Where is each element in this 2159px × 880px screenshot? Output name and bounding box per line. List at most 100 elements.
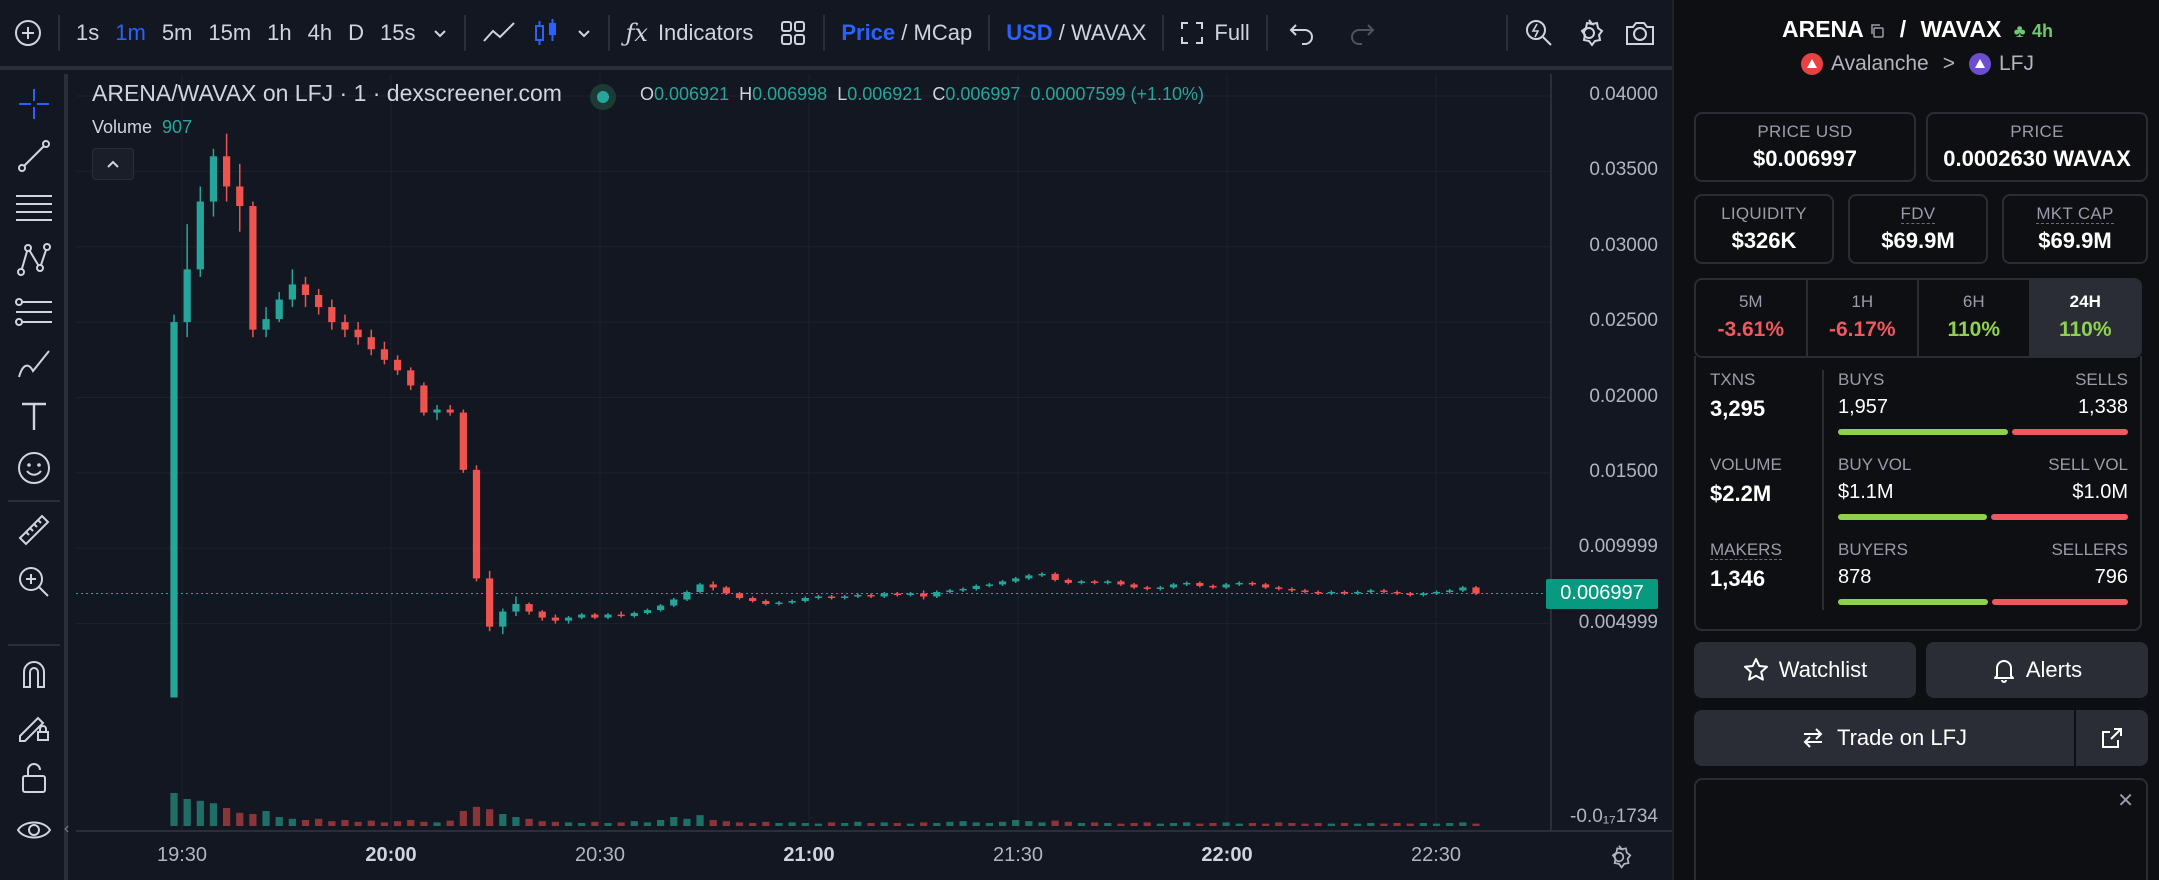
fullscreen-button[interactable]: Full xyxy=(1172,11,1257,55)
volume-bar xyxy=(499,814,507,826)
volume-bar xyxy=(1472,823,1480,826)
mcap-value: $69.9M xyxy=(2038,228,2112,253)
swap-icon xyxy=(1803,728,1823,748)
chart-plot[interactable] xyxy=(76,74,1550,830)
price-option[interactable]: Price xyxy=(841,20,895,46)
collapse-sidebar-handle[interactable]: ‹ xyxy=(64,820,76,850)
lock-drawings-icon[interactable] xyxy=(14,706,54,746)
timeframe-tab-5m[interactable]: 5M -3.61% xyxy=(1696,280,1808,356)
redo-icon[interactable] xyxy=(1340,11,1384,55)
chevron-down-icon[interactable] xyxy=(568,11,600,55)
timeframe-label: 6H xyxy=(1962,292,1985,311)
chain-name[interactable]: Avalanche xyxy=(1831,52,1929,76)
horizontal-lines-icon[interactable] xyxy=(14,188,54,228)
volume-bar xyxy=(1235,823,1243,826)
chevron-right-icon: > xyxy=(1942,52,1955,75)
chart-legend-title: ARENA/WAVAX on LFJ · 1 · dexscreener.com xyxy=(92,80,562,106)
quick-search-icon[interactable] xyxy=(1516,11,1562,55)
price-axis[interactable]: 0.04000 0.03500 0.03000 0.02500 0.02000 0.015… xyxy=(1550,74,1672,830)
chart-container[interactable]: 1s 1m 5m 15m 1h 4h D 15s ƒx Indicators Price / … xyxy=(0,0,1672,880)
fdv-label[interactable]: FDV xyxy=(1900,204,1936,224)
indicators-button[interactable]: ƒx Indicators xyxy=(618,11,762,55)
gear-icon[interactable] xyxy=(1566,11,1612,55)
interval-1s[interactable]: 1s xyxy=(68,11,107,55)
timeframe-tab-24h[interactable]: 24H 110% xyxy=(2030,280,2140,356)
toggle-separator: / xyxy=(1052,20,1071,45)
trade-button[interactable]: Trade on LFJ xyxy=(1694,710,2076,766)
price-usd-label: PRICE USD xyxy=(1757,122,1853,141)
volume-bar xyxy=(1340,823,1349,826)
close-icon[interactable]: ✕ xyxy=(2117,788,2134,813)
makers-label[interactable]: MAKERS xyxy=(1710,540,1782,560)
crosshair-icon[interactable] xyxy=(14,84,54,124)
price-mcap-toggle[interactable]: Price / MCap xyxy=(833,11,980,55)
gear-icon[interactable] xyxy=(1606,844,1632,875)
candle-body xyxy=(1156,587,1164,589)
interval-1h[interactable]: 1h xyxy=(259,11,299,55)
candle-body xyxy=(354,329,362,338)
volume-bar xyxy=(328,821,336,826)
interval-15m[interactable]: 15m xyxy=(200,11,259,55)
external-link-icon[interactable] xyxy=(2076,710,2148,766)
interval-D[interactable]: D xyxy=(340,11,372,55)
candle-body xyxy=(1261,584,1270,588)
collapse-legend-button[interactable] xyxy=(92,148,134,180)
timeframe-tab-6h[interactable]: 6H 110% xyxy=(1919,280,2031,356)
ruler-icon[interactable] xyxy=(14,510,54,550)
magnet-icon[interactable] xyxy=(14,654,54,694)
trend-line-icon[interactable] xyxy=(14,136,54,176)
volume-bar xyxy=(696,815,704,826)
volume-bar xyxy=(486,809,494,826)
interval-1m[interactable]: 1m xyxy=(107,11,154,55)
candle-body xyxy=(643,610,652,614)
pattern-icon[interactable] xyxy=(14,240,54,280)
buy-vol-value: $1.1M xyxy=(1838,481,1894,503)
volume-bar xyxy=(275,817,283,826)
emoji-icon[interactable] xyxy=(14,448,54,488)
alerts-button[interactable]: Alerts xyxy=(1926,642,2148,698)
volume-bar xyxy=(749,823,757,826)
copy-icon[interactable] xyxy=(1869,23,1885,39)
volume-bar xyxy=(1038,822,1046,826)
interval-4h[interactable]: 4h xyxy=(300,11,340,55)
candle-body xyxy=(1183,582,1191,585)
watchlist-button[interactable]: Watchlist xyxy=(1694,642,1916,698)
pair-age: 4h xyxy=(2032,21,2054,41)
undo-icon[interactable] xyxy=(1280,11,1324,55)
brush-icon[interactable] xyxy=(14,344,54,384)
volume-label: Volume xyxy=(92,117,153,137)
text-icon[interactable] xyxy=(14,396,54,436)
volume-bar xyxy=(788,822,796,826)
time-axis[interactable]: 19:30 20:00 20:30 21:00 21:30 22:00 22:30 xyxy=(76,830,1672,880)
timeframe-tab-1h[interactable]: 1H -6.17% xyxy=(1808,280,1919,356)
candles-icon[interactable] xyxy=(524,11,568,55)
interval-5m[interactable]: 5m xyxy=(154,11,201,55)
sprout-icon: ♣ xyxy=(2013,21,2026,41)
sellers-label: SELLERS xyxy=(2051,540,2128,559)
add-symbol-button[interactable] xyxy=(6,11,50,55)
zoom-in-icon[interactable] xyxy=(14,562,54,602)
liquidity-value: $326K xyxy=(1731,228,1797,253)
transaction-stats: TXNS 3,295 VOLUME $2.2M MAKERS 1,346 BUY… xyxy=(1694,356,2142,631)
candle-body xyxy=(551,617,560,621)
chevron-down-icon[interactable] xyxy=(424,11,456,55)
unlock-icon[interactable] xyxy=(14,758,54,798)
interval-15s[interactable]: 15s xyxy=(372,11,423,55)
mcap-label[interactable]: MKT CAP xyxy=(2036,204,2114,224)
currency-toggle[interactable]: USD / WAVAX xyxy=(998,11,1154,55)
layout-grid-icon[interactable] xyxy=(771,11,815,55)
mcap-option[interactable]: MCap xyxy=(914,20,973,46)
line-chart-icon[interactable] xyxy=(474,11,524,55)
liquidity-card: LIQUIDITY $326K xyxy=(1694,194,1834,264)
usd-option[interactable]: USD xyxy=(1006,20,1052,46)
volume-bar xyxy=(1025,821,1033,826)
fib-icon[interactable] xyxy=(14,292,54,332)
dex-name[interactable]: LFJ xyxy=(1999,52,2034,76)
camera-icon[interactable] xyxy=(1616,11,1664,55)
volume-bar xyxy=(998,821,1007,826)
wavax-option[interactable]: WAVAX xyxy=(1071,20,1146,46)
eye-icon[interactable] xyxy=(14,810,54,850)
time-tick: 20:00 xyxy=(365,844,417,866)
candle-body xyxy=(985,584,994,586)
candle-body xyxy=(525,604,533,612)
